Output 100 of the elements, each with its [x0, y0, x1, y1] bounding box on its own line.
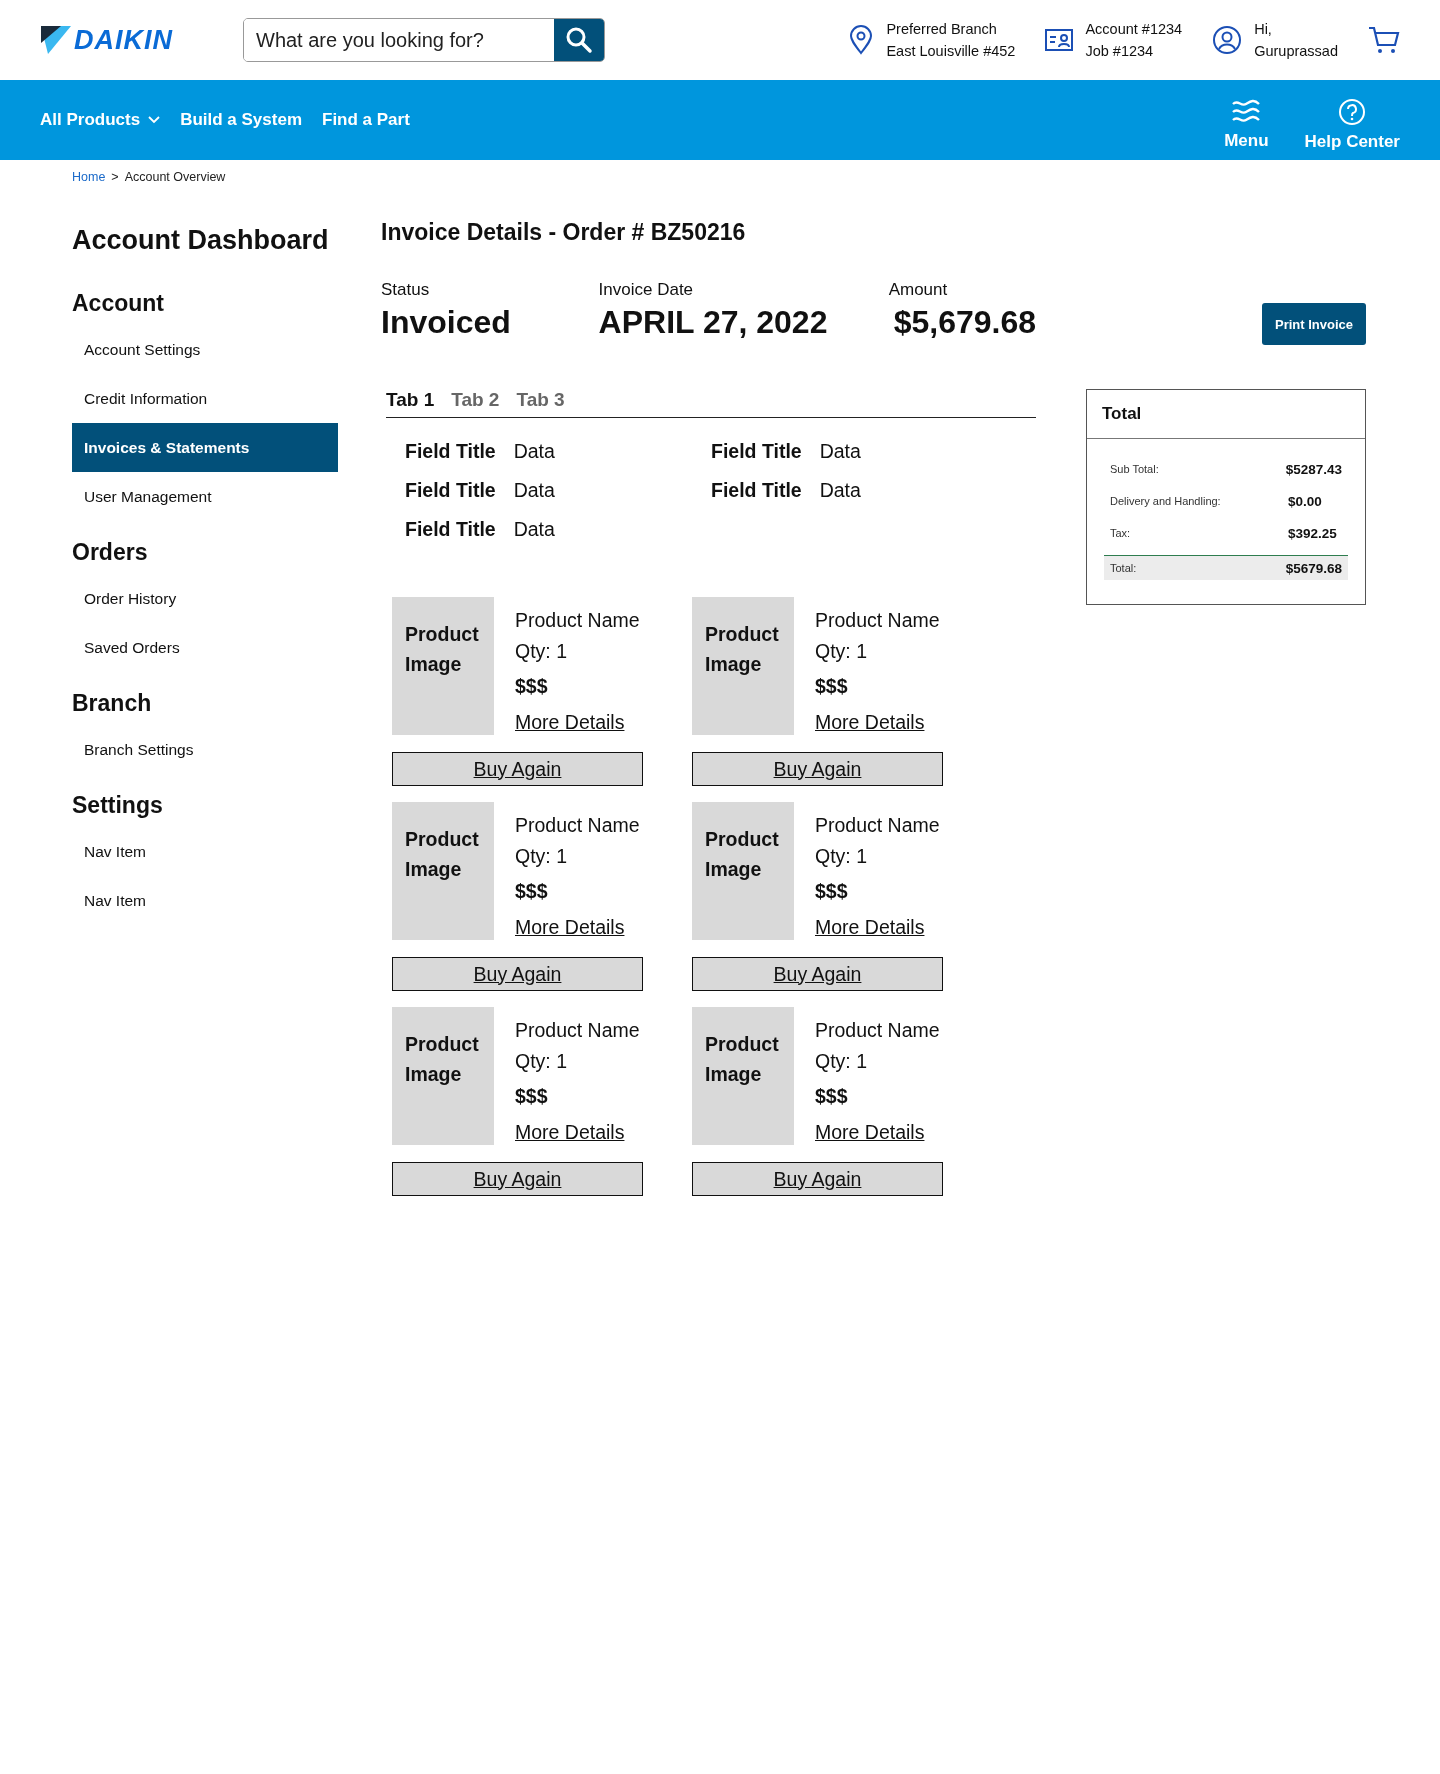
product-name: Product Name	[515, 1018, 640, 1043]
location-pin-icon	[848, 25, 875, 55]
logo-text: DAIKIN	[74, 24, 173, 56]
product-quantity: Qty: 1	[515, 639, 569, 664]
info-value: East Louisville #452	[886, 42, 1016, 61]
totals-title: Total	[1087, 390, 1365, 439]
summary-label: Amount	[888, 280, 949, 300]
totals-label: Tax:	[1110, 527, 1132, 539]
product-price: $$$	[515, 674, 549, 699]
product-quantity: Qty: 1	[515, 1049, 569, 1074]
more-details-link[interactable]: More Details	[515, 910, 640, 944]
tab[interactable]: Tab 1	[386, 389, 435, 411]
chevron-down-icon	[148, 116, 161, 124]
section-heading: Orders	[72, 539, 149, 566]
image-placeholder-label: Product Image	[705, 622, 780, 677]
product-name: Product Name	[815, 813, 940, 838]
product-quantity: Qty: 1	[515, 844, 569, 869]
field-title: Field Title	[405, 440, 496, 463]
breadcrumb-link[interactable]: Home	[72, 170, 106, 184]
logo[interactable]: DAIKIN	[40, 24, 243, 56]
field-value: Data	[819, 479, 861, 502]
more-details-link[interactable]: More Details	[515, 705, 640, 739]
info-label: Account #1234	[1085, 20, 1183, 39]
sidebar-item[interactable]: Credit Information	[72, 374, 338, 423]
sidebar-item[interactable]: Order History	[72, 574, 338, 623]
totals-label: Sub Total:	[1110, 463, 1160, 475]
product-name: Product Name	[515, 813, 640, 838]
field-title: Field Title	[405, 518, 496, 541]
totals-label: Delivery and Handling:	[1110, 495, 1222, 507]
info-value: Guruprassad	[1254, 42, 1338, 61]
image-placeholder-label: Product Image	[405, 827, 480, 882]
tab[interactable]: Tab 2	[451, 389, 500, 411]
more-details-link[interactable]: More Details	[815, 705, 940, 739]
section-heading: Account	[72, 290, 165, 317]
totals-value: $5679.68	[1285, 560, 1342, 576]
id-card-icon	[1045, 28, 1074, 52]
info-value: Job #1234	[1085, 42, 1155, 61]
product-quantity: Qty: 1	[815, 1049, 869, 1074]
sidebar-item[interactable]: Saved Orders	[72, 623, 338, 672]
breadcrumb-separator: >	[111, 170, 119, 184]
logo-mark-icon	[40, 25, 72, 55]
field-value: Data	[513, 440, 555, 463]
field-title: Field Title	[711, 440, 802, 463]
totals-label: Total:	[1110, 562, 1138, 574]
search-button[interactable]	[554, 19, 604, 61]
more-details-link[interactable]: More Details	[815, 910, 940, 944]
info-label: Hi,	[1254, 20, 1273, 39]
field-value: Data	[513, 479, 555, 502]
product-price: $$$	[815, 1084, 849, 1109]
buy-again-button[interactable]: Buy Again	[692, 1162, 943, 1196]
product-price: $$$	[815, 879, 849, 904]
breadcrumb-current: Account Overview	[124, 170, 226, 184]
product-name: Product Name	[515, 608, 640, 633]
section-heading: Settings	[72, 792, 164, 819]
search-field[interactable]: What are you looking for?	[243, 18, 605, 62]
sidebar-item[interactable]: Account Settings	[72, 325, 338, 374]
summary-label: Invoice Date	[598, 280, 695, 300]
more-details-link[interactable]: More Details	[515, 1115, 640, 1149]
buy-again-button[interactable]: Buy Again	[692, 752, 943, 786]
sidebar-item[interactable]: Branch Settings	[72, 725, 338, 774]
sidebar-item[interactable]: Nav Item	[72, 827, 338, 876]
field-title: Field Title	[711, 479, 802, 502]
more-details-link[interactable]: More Details	[815, 1115, 940, 1149]
product-quantity: Qty: 1	[815, 844, 869, 869]
image-placeholder-label: Product Image	[405, 1032, 480, 1087]
waves-icon	[1231, 99, 1262, 125]
sidebar-item[interactable]: Nav Item	[72, 876, 338, 925]
field-title: Field Title	[405, 479, 496, 502]
image-placeholder-label: Product Image	[705, 827, 780, 882]
product-price: $$$	[515, 879, 549, 904]
cart-icon	[1368, 25, 1400, 55]
totals-value: $0.00	[1288, 493, 1322, 509]
field-value: Data	[513, 518, 555, 541]
field-value: Data	[819, 440, 861, 463]
image-placeholder-label: Product Image	[405, 622, 480, 677]
sidebar-item[interactable]: Invoices & Statements	[72, 423, 338, 472]
product-price: $$$	[815, 674, 849, 699]
product-price: $$$	[515, 1084, 549, 1109]
invoice-title: Invoice Details - Order # BZ50216	[381, 219, 747, 246]
summary-value: $5,679.68	[892, 304, 1036, 341]
user-icon	[1212, 25, 1243, 55]
image-placeholder-label: Product Image	[705, 1032, 780, 1087]
buy-again-button[interactable]: Buy Again	[392, 752, 643, 786]
cart-button[interactable]	[1368, 25, 1400, 55]
totals-value: $5287.43	[1285, 461, 1342, 477]
buy-again-button[interactable]: Buy Again	[392, 957, 643, 991]
buy-again-button[interactable]: Buy Again	[692, 957, 943, 991]
product-name: Product Name	[815, 608, 940, 633]
summary-value: APRIL 27, 2022	[598, 304, 829, 341]
tab[interactable]: Tab 3	[516, 389, 565, 411]
product-name: Product Name	[815, 1018, 940, 1043]
buy-again-button[interactable]: Buy Again	[392, 1162, 643, 1196]
section-heading: Branch	[72, 690, 153, 717]
sidebar-item[interactable]: User Management	[72, 472, 338, 521]
summary-value: Invoiced	[381, 304, 512, 341]
sidebar-title: Account Dashboard	[72, 225, 330, 256]
totals-value: $392.25	[1288, 525, 1337, 541]
summary-label: Status	[381, 280, 431, 300]
print-invoice-button[interactable]: Print Invoice	[1262, 303, 1366, 345]
info-label: Preferred Branch	[886, 20, 998, 39]
